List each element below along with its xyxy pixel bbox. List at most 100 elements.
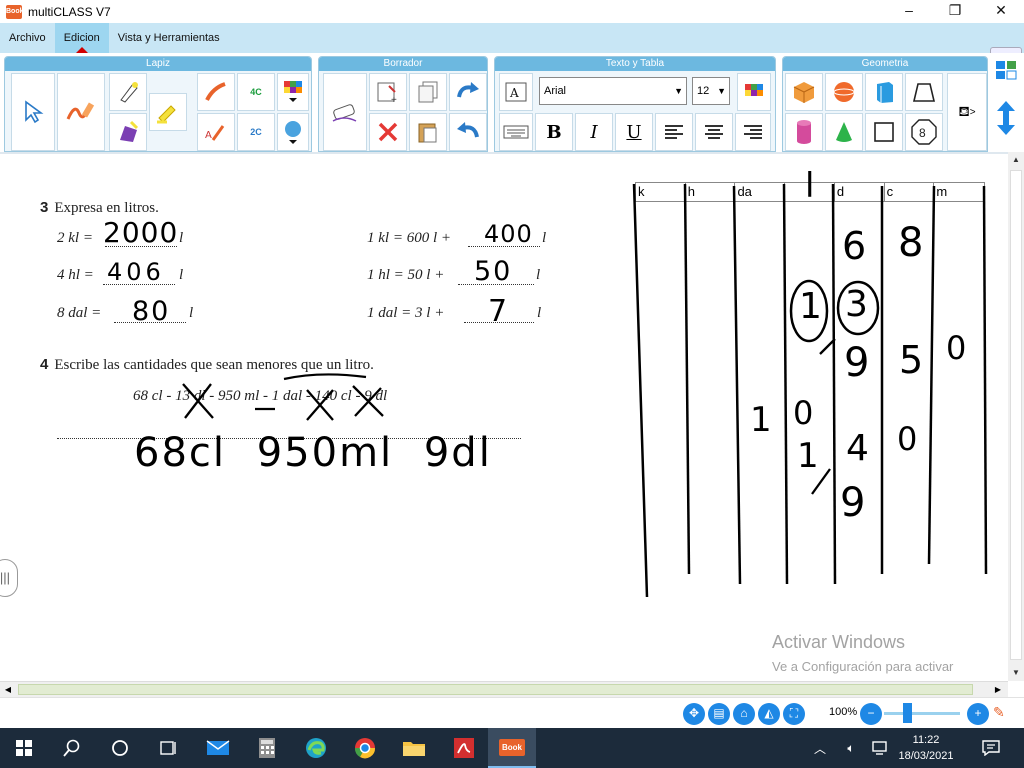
underline-button[interactable]: U [615, 113, 653, 151]
keyboard-tool[interactable] [499, 113, 533, 151]
notifications-button[interactable] [978, 728, 1004, 768]
taskbar-clock[interactable]: 11:22 18/03/2021 [892, 732, 960, 764]
vertical-scrollbar[interactable]: ▲ ▼ [1008, 152, 1024, 681]
cube-icon [793, 82, 815, 103]
font-family-select[interactable]: Arial ▼ [539, 77, 687, 105]
menu-edicion[interactable]: Edicion [54, 23, 109, 53]
taskbar-chrome[interactable] [341, 728, 389, 768]
cortana-button[interactable] [96, 728, 144, 768]
fill-tool[interactable] [109, 113, 147, 151]
book-view-button[interactable]: ⌂ [733, 703, 755, 725]
highlighter-tool[interactable] [109, 73, 147, 111]
two-page-button[interactable]: ◭ [758, 703, 780, 725]
marker-tool[interactable] [149, 93, 187, 131]
paste-tool[interactable] [409, 113, 447, 151]
taskbar-multiclass[interactable]: Book [488, 728, 536, 768]
italic-button[interactable]: I [575, 113, 613, 151]
square-tool[interactable] [865, 113, 903, 151]
two-page-icon: ◭ [764, 706, 774, 720]
zoom-out-button[interactable]: − [860, 703, 882, 725]
marker-2c-tool[interactable]: 2C [237, 113, 275, 151]
font-size-select[interactable]: 12 ▼ [692, 77, 730, 105]
undo-button[interactable] [449, 113, 487, 151]
cube-tool[interactable] [785, 73, 823, 111]
taskbar-acrobat[interactable] [440, 728, 488, 768]
volume-control[interactable]: 🔈︎ [838, 728, 864, 768]
octagon-tool[interactable]: 8 [905, 113, 943, 151]
menu-archivo[interactable]: Archivo [0, 23, 55, 53]
layout-tool[interactable] [993, 57, 1021, 87]
task-view-button[interactable] [144, 728, 192, 768]
delete-tool[interactable] [369, 113, 407, 151]
minimize-button[interactable]: – [886, 0, 932, 23]
zoom-slider-thumb[interactable] [902, 703, 912, 723]
menu-vista-herramientas[interactable]: Vista y Herramientas [109, 23, 229, 53]
move-toolbar-handle[interactable] [993, 99, 1021, 139]
fit-page-button[interactable]: ✥ [683, 703, 705, 725]
taskbar-file-explorer[interactable] [390, 728, 438, 768]
copy-tool[interactable] [409, 73, 447, 111]
scrollbar-thumb[interactable] [1010, 170, 1022, 660]
align-left-button[interactable] [655, 113, 693, 151]
prism-tool[interactable] [865, 73, 903, 111]
pencil-mode-toggle[interactable]: ✎ [993, 704, 1021, 724]
abc-pen-tool[interactable]: A [197, 113, 235, 151]
pen-tool[interactable] [57, 73, 105, 151]
cortana-circle-icon [112, 740, 128, 756]
scroll-left-icon[interactable]: ◀ [0, 682, 16, 698]
show-hidden-icons[interactable]: ︿ [808, 728, 832, 768]
align-right-button[interactable] [735, 113, 771, 151]
horizontal-scrollbar[interactable]: ◀ ▶ [0, 681, 1008, 697]
sphere-tool[interactable] [825, 73, 863, 111]
search-button[interactable] [48, 728, 96, 768]
color-picker-tool[interactable] [277, 73, 309, 111]
group-texto-tabla: Texto y Tabla A Arial ▼ 12 ▼ B I U [494, 56, 776, 152]
align-center-button[interactable] [695, 113, 733, 151]
octagon-label: 8 [919, 126, 926, 140]
font-size-value: 12 [697, 85, 710, 97]
scroll-right-icon[interactable]: ▶ [990, 682, 1006, 698]
close-button[interactable]: ✕ [978, 0, 1024, 23]
text-box-tool[interactable]: A [499, 73, 533, 111]
pencil-icon: ✎ [993, 704, 1005, 720]
delete-x-icon [378, 122, 398, 142]
status-bar: ✥ ▤ ⌂ ◭ ⛶ 100% − + ✎ [0, 697, 1024, 728]
scrollbar-thumb[interactable] [18, 684, 973, 695]
calculator-icon [259, 738, 275, 758]
side-panel-handle[interactable]: ||| [0, 559, 18, 597]
pencil-4c-icon: 4C [250, 87, 262, 97]
brush-tool[interactable] [197, 73, 235, 111]
single-page-button[interactable]: ▤ [708, 703, 730, 725]
ex3-left-item-2: 4 hl = [57, 267, 94, 284]
cone-tool[interactable] [825, 113, 863, 151]
paste-icon [418, 123, 437, 143]
taskbar-calculator[interactable] [243, 728, 291, 768]
speaker-icon: 🔈︎ [847, 740, 855, 755]
ribbon: Lapiz A 4C 2C Borrador + Texto y Tabla A… [0, 53, 1024, 152]
scroll-up-icon[interactable]: ▲ [1008, 152, 1024, 168]
zoom-in-button[interactable]: + [967, 703, 989, 725]
network-status[interactable] [868, 728, 894, 768]
item-lhs: 4 hl = [57, 267, 94, 283]
bold-button[interactable]: B [535, 113, 573, 151]
item-lhs: 1 kl = 600 l + [367, 230, 451, 246]
maximize-button[interactable]: ❐ [932, 0, 978, 23]
cylinder-tool[interactable] [785, 113, 823, 151]
scroll-down-icon[interactable]: ▼ [1008, 665, 1024, 681]
taskbar-edge[interactable] [292, 728, 340, 768]
start-button[interactable] [0, 728, 48, 768]
clear-page-tool[interactable]: + [369, 73, 407, 111]
marker-4c-tool[interactable]: 4C [237, 73, 275, 111]
taskbar-mail[interactable] [194, 728, 242, 768]
trapezoid-tool[interactable] [905, 73, 943, 111]
zoom-slider[interactable] [884, 712, 960, 715]
select-arrow-tool[interactable] [11, 73, 55, 151]
document-canvas[interactable]: 3 Expresa en litros. 2 kl = l 2000 4 hl =… [0, 152, 1008, 681]
fullscreen-button[interactable]: ⛶ [783, 703, 805, 725]
eraser-tool[interactable] [323, 73, 367, 151]
more-shapes-button[interactable]: ⛾ > [947, 73, 987, 151]
stroke-style-tool[interactable] [277, 113, 309, 151]
abc-pen-icon: A [205, 125, 225, 141]
text-color-tool[interactable] [737, 73, 771, 111]
redo-button[interactable] [449, 73, 487, 111]
